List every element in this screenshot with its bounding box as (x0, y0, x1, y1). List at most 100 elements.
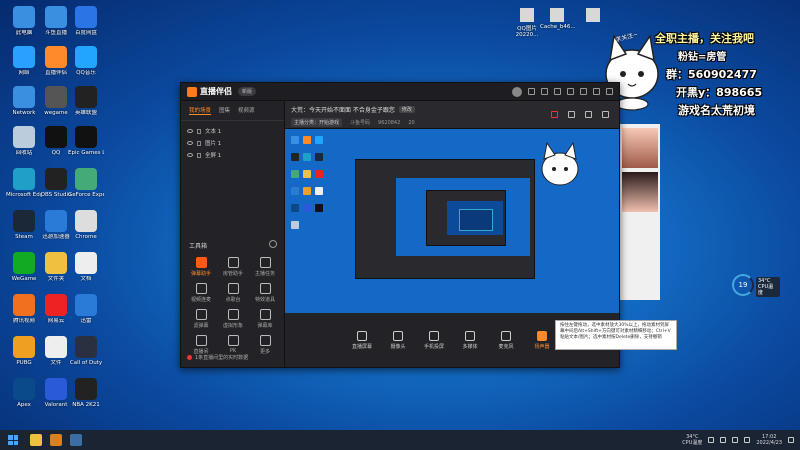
settings-icon[interactable] (541, 88, 548, 95)
desktop-file[interactable]: Cache_b46... (540, 8, 576, 30)
tab-gallery[interactable]: 图集 (219, 106, 230, 115)
desktop-icon[interactable]: Call of Duty (68, 336, 104, 366)
bag-icon[interactable] (568, 111, 575, 118)
notification-icon[interactable] (788, 437, 794, 443)
desktop-icon[interactable]: Microsoft Edge (6, 168, 42, 198)
network-icon[interactable] (720, 437, 727, 443)
desktop-icon-label: Apex (17, 402, 31, 408)
tool-button[interactable]: 虚拟形象 (217, 309, 249, 329)
fans-count: 20 (408, 119, 415, 126)
category-badge[interactable]: 主播分类：开始游戏 (291, 118, 343, 127)
tool-button[interactable]: 弹幕助手 (185, 257, 217, 277)
edit-title-button[interactable]: 修改 (398, 106, 415, 113)
eye-icon[interactable] (187, 129, 193, 133)
source-button[interactable]: 摄像头 (385, 330, 411, 350)
tool-label: 视频连麦 (190, 297, 211, 303)
tab-scenes[interactable]: 我的场景 (189, 106, 212, 115)
volume-icon[interactable] (732, 437, 739, 443)
tool-button[interactable]: 点歌台 (217, 283, 249, 303)
source-button[interactable]: 直播屏幕 (349, 330, 375, 350)
clock[interactable]: 17:02 2022/4/23 (756, 434, 782, 446)
file-explorer-icon[interactable] (30, 434, 42, 446)
app-logo-icon (187, 86, 197, 97)
eye-icon[interactable] (187, 141, 193, 145)
minimize-icon[interactable] (580, 88, 587, 95)
scene-item[interactable]: 全屏 1 (187, 149, 278, 161)
avatar[interactable] (512, 86, 522, 97)
cpu-temp[interactable]: 34°C CPU温度 (682, 434, 702, 446)
tool-icon (195, 283, 207, 294)
tool-button[interactable]: 弹幕库 (249, 309, 281, 329)
source-button[interactable]: 手机投屏 (421, 330, 447, 350)
scene-item[interactable]: 图片 1 (187, 137, 278, 149)
gift-icon[interactable] (551, 111, 558, 118)
tool-button[interactable]: 直播间 (185, 335, 217, 355)
chevron-up-icon[interactable] (708, 437, 715, 443)
source-button[interactable]: 扬声器 (529, 330, 555, 350)
desktop-icon[interactable]: 回收站 (6, 126, 42, 156)
clock-date: 2022/4/23 (756, 440, 782, 446)
tool-label: 点歌台 (225, 297, 241, 303)
title-bar[interactable]: 直播伴侣 新版 (181, 83, 619, 101)
desktop-icon[interactable]: 文档 (68, 252, 104, 282)
desktop-icon[interactable]: 百度网盘 (68, 6, 104, 36)
windows-start-icon[interactable] (8, 435, 18, 445)
tool-button[interactable]: PK (217, 335, 249, 355)
source-button[interactable]: 多媒体 (457, 330, 483, 350)
eye-icon[interactable] (187, 153, 193, 157)
app-icon (45, 252, 67, 274)
lock-icon[interactable] (197, 140, 201, 146)
share-icon[interactable] (602, 111, 609, 118)
steam-icon[interactable] (70, 434, 82, 446)
tool-label: 房管助手 (222, 271, 243, 277)
menu-icon[interactable] (567, 88, 574, 95)
tab-video-source[interactable]: 视频源 (238, 106, 255, 115)
lock-icon[interactable] (197, 128, 201, 134)
desktop-icon[interactable]: Epic Games Launcher (68, 126, 104, 156)
desktop-icon[interactable]: Chrome (68, 210, 104, 240)
tool-button[interactable]: 房管助手 (217, 257, 249, 277)
tool-label: 弹幕库 (257, 323, 273, 329)
desktop-icon[interactable]: 此电脑 (6, 6, 42, 36)
tool-button[interactable]: 更多 (249, 335, 281, 355)
desktop-icon[interactable]: 英雄联盟 (68, 86, 104, 116)
live-data-footer[interactable]: 1条直播间里的实时数据 (187, 354, 248, 361)
obs-icon[interactable] (50, 434, 62, 446)
desktop-icon[interactable]: QQ音乐 (68, 46, 104, 76)
desktop-icon[interactable]: Steam (6, 210, 42, 240)
tool-button[interactable]: 主播任务 (249, 257, 281, 277)
preview-icon (291, 204, 299, 212)
streaming-app-window[interactable]: 直播伴侣 新版 我的场景 图集 视频源 文本 1 图片 1 全屏 1 工具箱 弹幕助… (180, 82, 620, 368)
lock-icon[interactable] (197, 152, 201, 158)
ime-icon[interactable] (744, 437, 751, 443)
tool-button[interactable]: 特效道具 (249, 283, 281, 303)
desktop-icon[interactable]: 迅雷 (68, 294, 104, 324)
desktop-icon[interactable]: Network (6, 86, 42, 116)
stream-preview[interactable] (285, 129, 619, 313)
side-window[interactable] (620, 124, 660, 300)
tool-button[interactable]: 视频连麦 (185, 283, 217, 303)
desktop-icon[interactable]: Apex (6, 378, 42, 408)
tool-button[interactable]: 滤弹幕 (185, 309, 217, 329)
desktop-icon[interactable]: 网络 (6, 46, 42, 76)
source-button[interactable]: 麦克风 (493, 330, 519, 350)
skin-icon[interactable] (554, 88, 561, 95)
version-badge[interactable]: 新版 (238, 87, 257, 96)
preview-icon (291, 187, 299, 195)
close-icon[interactable] (606, 88, 613, 95)
message-icon[interactable] (528, 88, 535, 95)
maximize-icon[interactable] (593, 88, 600, 95)
desktop-icon[interactable]: PUBG (6, 336, 42, 366)
desktop-file[interactable]: QQ图片20220... (510, 8, 544, 38)
desktop-icon[interactable]: NBA 2K21 (68, 378, 104, 408)
desktop-icon[interactable]: 腾讯视频 (6, 294, 42, 324)
preview-icon (303, 204, 311, 212)
tooltip: 按住左键拖动，选中素材放大30%以上，拖动素材到屏幕中间后Alt+Shift+方… (555, 320, 677, 350)
desktop-icon[interactable]: GeForce Experience (68, 168, 104, 198)
scene-item[interactable]: 文本 1 (187, 125, 278, 137)
desktop-icon[interactable]: WeGame (6, 252, 42, 282)
more-icon[interactable] (585, 111, 592, 118)
tray-temp-label: CPU温度 (682, 440, 703, 446)
tool-icon (227, 335, 239, 346)
toolbox-settings-icon[interactable] (269, 240, 277, 248)
